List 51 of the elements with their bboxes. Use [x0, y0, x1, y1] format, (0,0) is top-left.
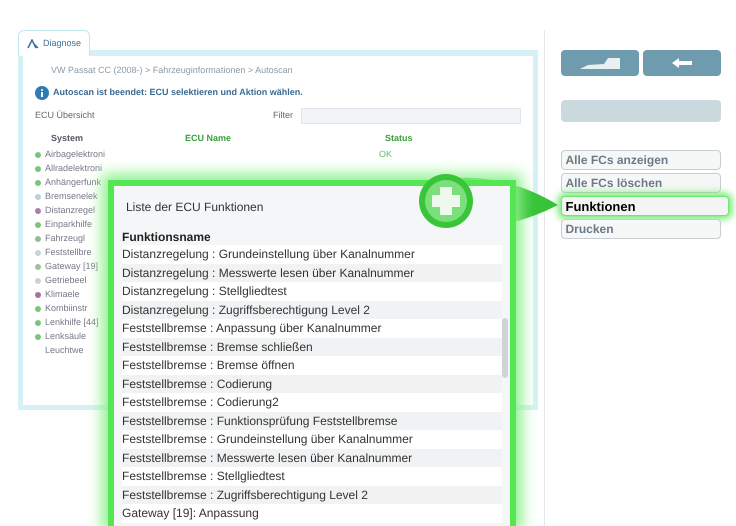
function-row[interactable]: Feststellbremse : Bremse schließen — [122, 338, 502, 356]
action-button[interactable]: Alle FCs löschen — [560, 173, 720, 193]
car-button[interactable] — [560, 50, 638, 76]
system-name[interactable]: Gateway [19] — [45, 260, 98, 274]
info-message: Autoscan ist beendet: ECU selektieren und Aktion wählen. — [53, 86, 303, 99]
column-header: Status — [385, 132, 413, 144]
back-arrow-icon — [670, 57, 692, 69]
function-row[interactable]: Feststellbremse : Anpassung über Kanalnummer — [122, 319, 502, 338]
function-row[interactable]: Feststellbremse : Grundeinstellung über Kanalnummer — [122, 430, 502, 448]
system-name[interactable]: Bremsenelek — [45, 190, 98, 204]
popup-title: Liste der ECU Funktionen — [126, 199, 264, 216]
system-name[interactable]: Leuchtwe — [45, 344, 84, 358]
system-name[interactable]: Lenkhilfe [44] — [45, 316, 99, 330]
system-name[interactable]: Fahrzeugl — [45, 232, 86, 246]
system-name[interactable]: Allradelektroni — [45, 162, 102, 176]
back-button[interactable] — [642, 50, 720, 76]
status-text: OK — [379, 148, 392, 162]
diagnose-tab[interactable]: Diagnose — [18, 30, 90, 56]
function-row[interactable]: Feststellbremse : Messwerte lesen über Kanalnummer — [122, 448, 502, 467]
system-name[interactable]: Klimaele — [45, 288, 80, 302]
function-row[interactable]: Distanzregelung : Stellgliedtest — [122, 282, 502, 300]
overview-label: ECU Übersicht — [35, 108, 96, 122]
system-name[interactable]: Einparkhilfe — [45, 218, 92, 232]
function-row[interactable]: Distanzregelung : Messwerte lesen über Kanalnummer — [122, 264, 502, 282]
system-name[interactable]: Anhängerfunk — [45, 176, 102, 190]
column-header: ECU Name — [185, 132, 232, 144]
info-icon — [35, 86, 49, 100]
system-name[interactable]: Getriebeel — [45, 274, 87, 288]
function-row[interactable]: Distanzregelung : Zugriffsberechtigung Level 2 — [122, 300, 502, 319]
system-name[interactable]: Lenksäule — [45, 330, 86, 344]
system-name[interactable]: Kombiinstr — [45, 302, 88, 316]
function-row[interactable]: Feststellbremse : Codierung — [122, 374, 502, 393]
action-button[interactable]: Alle FCs anzeigen — [560, 150, 720, 170]
function-row[interactable]: Gateway [19]: Anpassung — [122, 504, 502, 522]
breadcrumb: VW Passat CC (2008-) > Fahrzeuginformationen > Autoscan — [51, 64, 294, 77]
diagnose-icon — [27, 38, 39, 48]
column-header: System — [50, 132, 84, 145]
function-row[interactable]: Feststellbremse : Codierung2 — [122, 393, 502, 412]
system-name[interactable]: Distanzregel — [45, 204, 96, 218]
system-name[interactable]: Airbagelektroni — [45, 148, 106, 162]
function-row[interactable]: Feststellbremse : Bremse öffnen — [122, 356, 502, 374]
function-row[interactable]: Feststellbremse : Funktionsprüfung Feststellbremse — [122, 412, 502, 430]
function-row[interactable]: Feststellbremse : Stellgliedtest — [122, 467, 502, 486]
filter-field[interactable] — [301, 108, 521, 124]
column-header: Funktionsname — [122, 229, 212, 245]
system-name[interactable]: Feststellbre — [45, 246, 92, 260]
function-row[interactable]: Feststellbremse : Zugriffsberechtigung Level 2 — [122, 486, 502, 504]
function-row[interactable]: Distanzregelung : Grundeinstellung über Kanalnummer — [122, 245, 502, 264]
action-button[interactable]: Drucken — [560, 219, 720, 239]
action-button[interactable]: Funktionen — [560, 196, 728, 216]
filter-label: Filter — [272, 108, 293, 122]
